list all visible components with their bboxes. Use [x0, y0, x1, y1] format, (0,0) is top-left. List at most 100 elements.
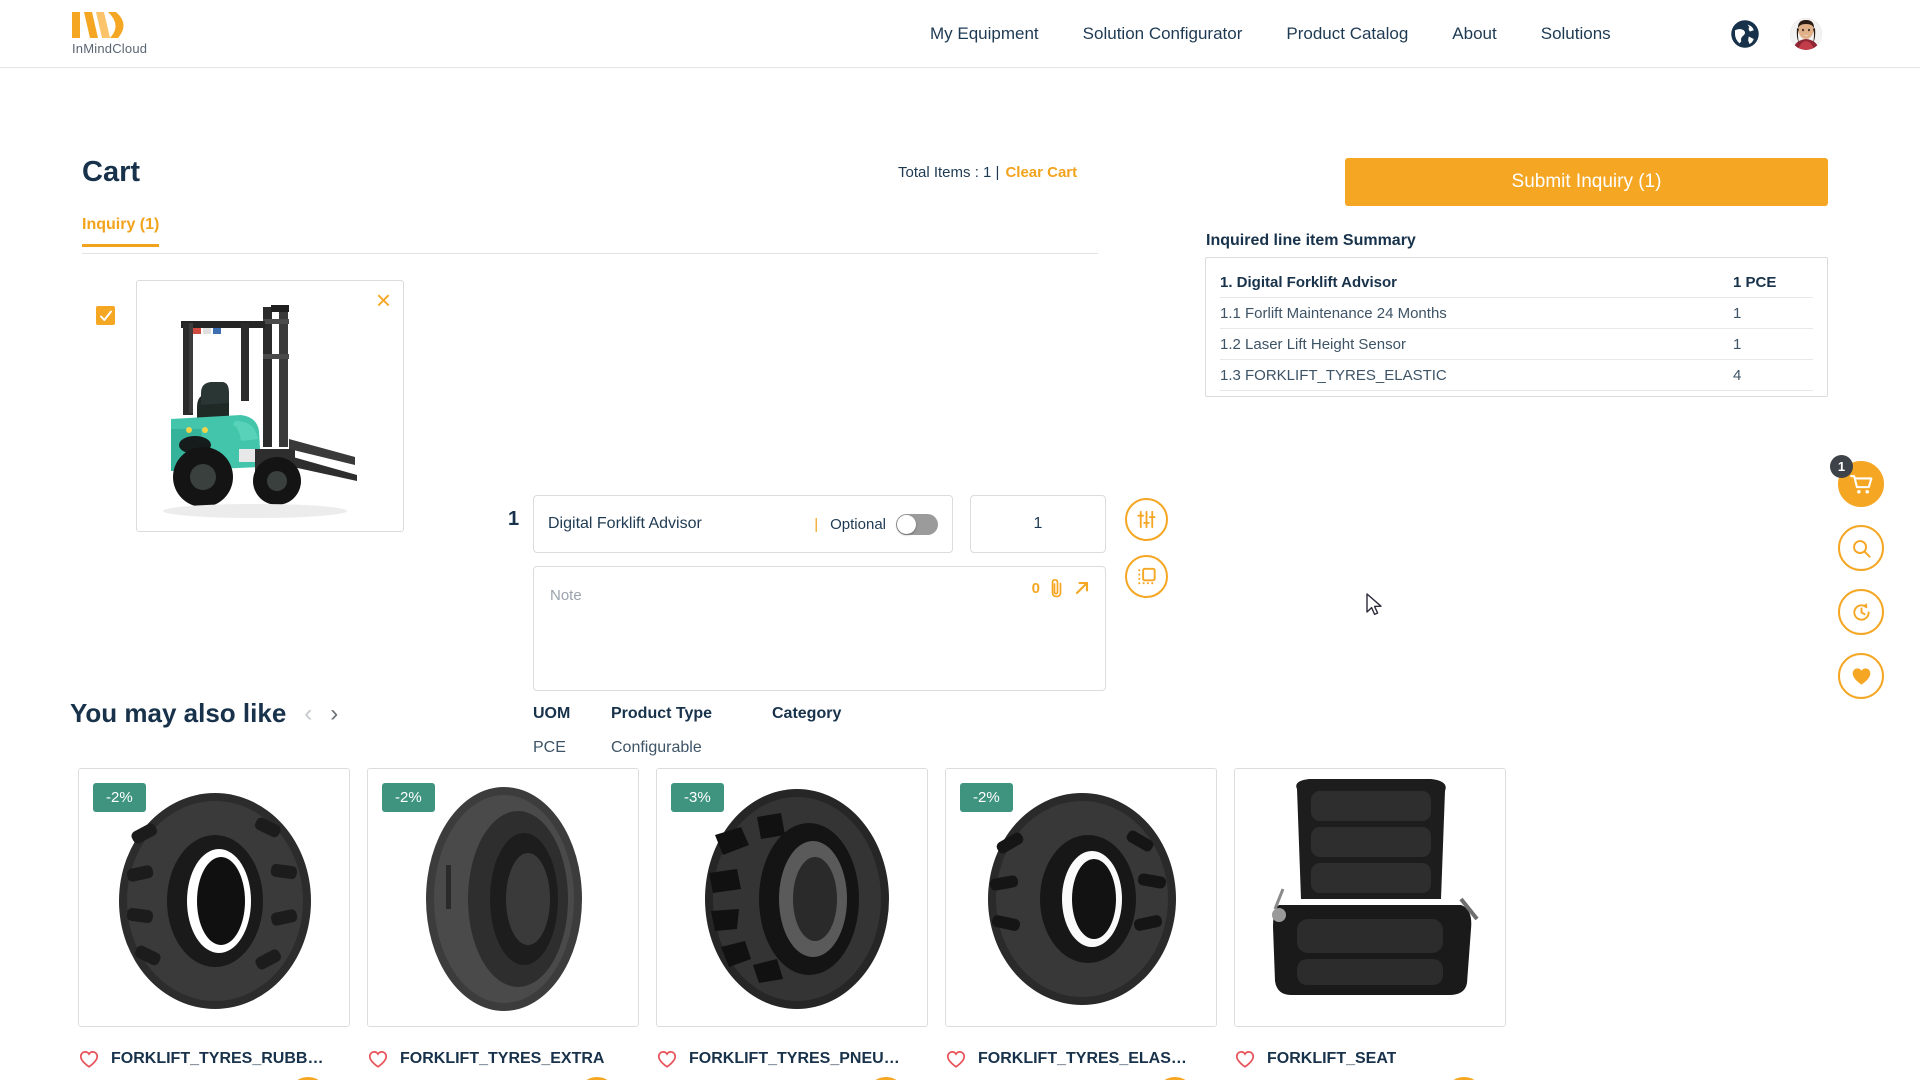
- search-icon: [1850, 537, 1873, 560]
- forklift-seat-image: [1235, 769, 1506, 1027]
- attachment-count: 0: [1032, 580, 1040, 597]
- favorite-heart-icon[interactable]: [78, 1049, 100, 1069]
- brand-logo-text: InMindCloud: [72, 41, 147, 56]
- favorite-heart-icon[interactable]: [945, 1049, 967, 1069]
- discount-badge: -2%: [93, 783, 146, 812]
- meta-header-uom: UOM: [533, 705, 611, 723]
- product-card[interactable]: -3%: [656, 768, 928, 1080]
- rail-favorites-button[interactable]: [1838, 653, 1884, 699]
- clear-cart-button[interactable]: Clear Cart: [1005, 164, 1077, 181]
- product-card-title: FORKLIFT_TYRES_RUBBER: [111, 1050, 329, 1068]
- rail-search-button[interactable]: [1838, 525, 1884, 571]
- cart-totals: Total Items : 1 | Clear Cart: [898, 164, 1077, 181]
- field-separator: |: [814, 516, 818, 533]
- product-card-image[interactable]: [1234, 768, 1506, 1027]
- nav-item-about[interactable]: About: [1452, 24, 1496, 44]
- favorite-heart-icon[interactable]: [1234, 1049, 1256, 1069]
- optional-label: Optional: [830, 516, 886, 533]
- meta-header-row: UOM Product Type Category: [533, 705, 841, 723]
- favorite-heart-icon[interactable]: [656, 1049, 678, 1069]
- main-nav-links: My Equipment Solution Configurator Produ…: [930, 0, 1611, 68]
- meta-value-row: PCE Configurable: [533, 723, 841, 757]
- product-card[interactable]: -2%: [945, 768, 1217, 1080]
- product-card-title: FORKLIFT_TYRES_PNEUMA…: [689, 1050, 907, 1068]
- summary-row-qty: 1: [1733, 305, 1813, 322]
- meta-header-product-type: Product Type: [611, 705, 772, 723]
- submit-inquiry-button[interactable]: Submit Inquiry (1): [1345, 158, 1828, 206]
- recommendation-cards: -2%: [78, 768, 1506, 1080]
- product-card[interactable]: -2%: [78, 768, 350, 1080]
- rail-cart-button[interactable]: 1: [1838, 461, 1884, 507]
- top-navigation-bar: InMindCloud My Equipment Solution Config…: [0, 0, 1920, 68]
- nav-item-solutions[interactable]: Solutions: [1541, 24, 1611, 44]
- line-item-action-buttons: [1125, 498, 1168, 598]
- line-item-name-field[interactable]: Digital Forklift Advisor | Optional: [533, 495, 953, 553]
- tab-inquiry[interactable]: Inquiry (1): [82, 216, 159, 247]
- product-variant-button[interactable]: [1125, 555, 1168, 598]
- line-item-checkbox[interactable]: [96, 306, 115, 325]
- avatar[interactable]: [1790, 18, 1822, 50]
- product-card[interactable]: FORKLIFT_SEAT FORKLIFT_SEAT 365.50 EUR (…: [1234, 768, 1506, 1080]
- product-card-title: FORKLIFT_TYRES_EXTRA: [400, 1050, 604, 1068]
- line-item-index: 1: [508, 508, 519, 531]
- product-card-image[interactable]: -2%: [367, 768, 639, 1027]
- note-placeholder: Note: [550, 587, 582, 604]
- favorite-heart-icon[interactable]: [367, 1049, 389, 1069]
- discount-badge: -2%: [382, 783, 435, 812]
- summary-row-label: 1. Digital Forklift Advisor: [1220, 274, 1397, 291]
- summary-row: 1.3 FORKLIFT_TYRES_ELASTIC 4: [1220, 360, 1813, 391]
- configure-settings-button[interactable]: [1125, 498, 1168, 541]
- inquired-summary-table: 1. Digital Forklift Advisor 1 PCE 1.1 Fo…: [1205, 257, 1828, 397]
- product-card-title-row: FORKLIFT_TYRES_RUBBER: [78, 1049, 350, 1069]
- nav-item-my-equipment[interactable]: My Equipment: [930, 24, 1039, 44]
- paperclip-icon[interactable]: [1048, 578, 1065, 598]
- line-item-meta-table: UOM Product Type Category PCE Configurab…: [533, 705, 841, 757]
- product-card-title: FORKLIFT_SEAT: [1267, 1050, 1396, 1068]
- discount-badge: -3%: [671, 783, 724, 812]
- rail-history-button[interactable]: [1838, 589, 1884, 635]
- nav-icon-group: [1730, 0, 1822, 68]
- carousel-next-button[interactable]: ›: [330, 702, 338, 726]
- line-item-name: Digital Forklift Advisor: [548, 515, 814, 533]
- check-icon: [99, 309, 113, 323]
- meta-header-category: Category: [772, 705, 841, 723]
- product-card-title-row: FORKLIFT_TYRES_ELASTIC: [945, 1049, 1217, 1069]
- expand-arrow-icon[interactable]: [1073, 579, 1091, 597]
- note-toolbar: 0: [1032, 578, 1091, 598]
- total-items-label: Total Items : 1 |: [898, 164, 999, 181]
- summary-title: Inquired line item Summary: [1206, 232, 1416, 250]
- product-card-title-row: FORKLIFT_TYRES_PNEUMA…: [656, 1049, 928, 1069]
- product-card-title: FORKLIFT_TYRES_ELASTIC: [978, 1050, 1196, 1068]
- line-item-quantity-value: 1: [1034, 515, 1043, 533]
- cart-tabs: Inquiry (1): [82, 216, 1098, 254]
- summary-row: 1. Digital Forklift Advisor 1 PCE: [1220, 267, 1813, 298]
- summary-row-label: 1.2 Laser Lift Height Sensor: [1220, 336, 1406, 353]
- favorites-heart-icon: [1850, 665, 1873, 688]
- line-item-note-field[interactable]: Note 0: [533, 566, 1106, 691]
- summary-row-qty: 4: [1733, 367, 1813, 384]
- recommendations-header: You may also like ‹ ›: [70, 698, 338, 729]
- meta-value-uom: PCE: [533, 739, 611, 757]
- product-card-image[interactable]: -3%: [656, 768, 928, 1027]
- meta-value-product-type: Configurable: [611, 739, 772, 757]
- product-card-image[interactable]: -2%: [945, 768, 1217, 1027]
- globe-icon[interactable]: [1730, 19, 1760, 49]
- nav-item-solution-configurator[interactable]: Solution Configurator: [1083, 24, 1243, 44]
- carousel-prev-button[interactable]: ‹: [304, 702, 312, 726]
- nav-item-product-catalog[interactable]: Product Catalog: [1286, 24, 1408, 44]
- product-card[interactable]: -2% FORKLIFT_TYRES_EXTRA FORKLIFT_TYRES_…: [367, 768, 639, 1080]
- summary-row-label: 1.3 FORKLIFT_TYRES_ELASTIC: [1220, 367, 1447, 384]
- inmindcloud-logo-icon: [72, 10, 130, 40]
- sliders-icon: [1135, 508, 1158, 531]
- recommendations-title: You may also like: [70, 698, 286, 729]
- floating-action-rail: 1: [1838, 461, 1884, 699]
- brand-logo[interactable]: InMindCloud: [72, 10, 147, 56]
- summary-row-qty: 1 PCE: [1733, 274, 1813, 291]
- product-card-image[interactable]: -2%: [78, 768, 350, 1027]
- forklift-product-image: [145, 299, 397, 527]
- remove-line-item-button[interactable]: ×: [376, 287, 391, 313]
- optional-toggle[interactable]: [896, 514, 938, 535]
- line-item-quantity-field[interactable]: 1: [970, 495, 1106, 553]
- line-item-thumbnail[interactable]: ×: [136, 280, 404, 532]
- toggle-knob: [897, 515, 916, 534]
